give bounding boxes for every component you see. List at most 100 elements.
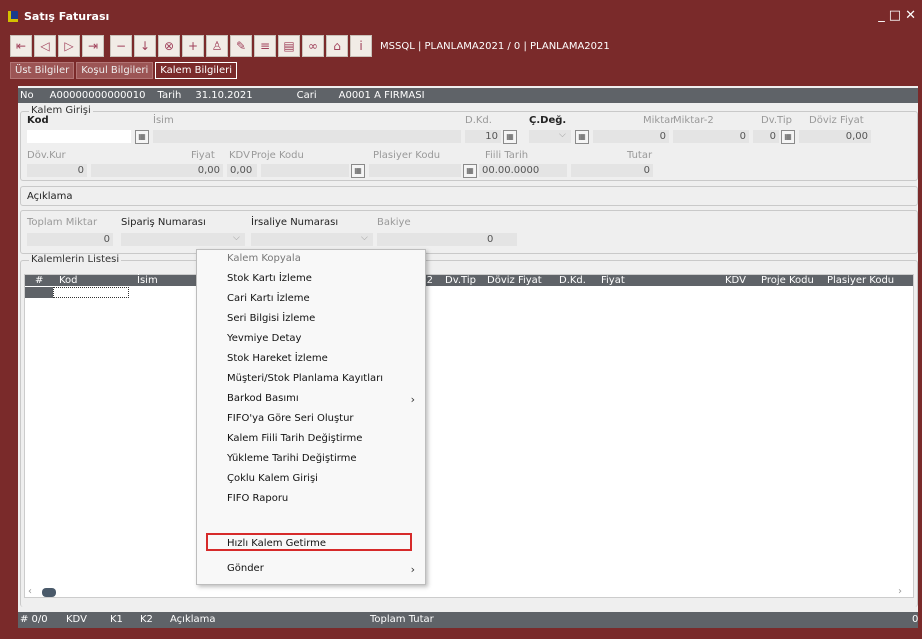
dkd-picker-icon[interactable]: ▦ <box>503 130 517 144</box>
col-kod[interactable]: Kod <box>59 275 78 286</box>
menu-item-stok-karti-izleme[interactable]: Stok Kartı İzleme <box>227 270 312 288</box>
last-record-icon[interactable]: ⇥ <box>82 35 104 57</box>
dkd-label: D.Kd. <box>465 115 492 126</box>
col-fiyat[interactable]: Fiyat <box>601 275 625 286</box>
minus-icon[interactable]: − <box>110 35 132 57</box>
isim-input[interactable] <box>153 130 461 143</box>
plasiyer-kodu-input[interactable] <box>369 164 461 177</box>
horizontal-scrollbar[interactable]: ‹ › <box>24 586 912 600</box>
col-number[interactable]: # <box>35 275 43 286</box>
menu-item-cari-karti-izleme[interactable]: Cari Kartı İzleme <box>227 290 310 308</box>
no-value: A00000000000010 <box>49 90 146 101</box>
cdeg-dropdown-icon[interactable]: ⌵ <box>559 130 566 140</box>
plasiyer-picker-icon[interactable]: ▦ <box>463 164 477 178</box>
menu-item-barkod-basimi[interactable]: Barkod Basımı <box>227 390 299 408</box>
col-dkd[interactable]: D.Kd. <box>559 275 586 286</box>
edit-icon[interactable]: ✎ <box>230 35 252 57</box>
menu-item-musteri-stok-planlama[interactable]: Müşteri/Stok Planlama Kayıtları <box>227 370 383 388</box>
gonder-submenu-chevron-icon: › <box>410 563 415 576</box>
row-indicator <box>25 287 53 298</box>
menu-item-seri-bilgisi-izleme[interactable]: Seri Bilgisi İzleme <box>227 310 315 328</box>
previous-record-icon[interactable]: ◁ <box>34 35 56 57</box>
next-record-icon[interactable]: ▷ <box>58 35 80 57</box>
dovkur-input[interactable]: 0 <box>27 164 87 177</box>
col-proje-kodu[interactable]: Proje Kodu <box>761 275 814 286</box>
scroll-right-icon[interactable]: › <box>898 586 902 597</box>
miktar2-input[interactable]: 0 <box>673 130 749 143</box>
kod-picker-icon[interactable]: ▦ <box>135 130 149 144</box>
cdeg-label: Ç.Değ. <box>529 115 567 126</box>
window-title: Satış Faturası <box>24 9 110 23</box>
scroll-thumb[interactable] <box>42 588 56 597</box>
toplam-miktar-input[interactable]: 0 <box>27 233 113 246</box>
col-plasiyer-kodu[interactable]: Plasiyer Kodu <box>827 275 894 286</box>
plasiyer-kodu-label: Plasiyer Kodu <box>373 150 441 161</box>
window: Satış Faturası _ □ ✕ ⇤ ◁ ▷ ⇥ − ↓ ⊗ + ♙ ✎… <box>0 0 922 639</box>
siparis-numarasi-select[interactable] <box>121 233 245 246</box>
kdv-input[interactable]: 0,00 <box>227 164 257 177</box>
fiyat-label: Fiyat <box>191 150 215 161</box>
title-bar: Satış Faturası _ □ ✕ <box>0 0 922 32</box>
footer-count: # 0/0 <box>20 614 48 625</box>
menu-item-fifo-raporu[interactable]: FIFO Raporu <box>227 490 288 508</box>
menu-item-gonder[interactable]: Gönder <box>227 560 264 578</box>
toolbar: ⇤ ◁ ▷ ⇥ − ↓ ⊗ + ♙ ✎ ≡ ▤ ∞ ⌂ i MSSQL | PL… <box>10 34 610 58</box>
siparis-dropdown-icon[interactable]: ⌵ <box>233 233 240 243</box>
menu-item-yevmiye-detay[interactable]: Yevmiye Detay <box>227 330 301 348</box>
dvtip-picker-icon[interactable]: ▦ <box>781 130 795 144</box>
proje-picker-icon[interactable]: ▦ <box>351 164 365 178</box>
tab-ust-bilgiler[interactable]: Üst Bilgiler <box>10 62 75 79</box>
tab-kosul-bilgileri[interactable]: Koşul Bilgileri <box>76 62 154 79</box>
user-icon[interactable]: ♙ <box>206 35 228 57</box>
proje-kodu-label: Proje Kodu <box>251 150 304 161</box>
footer-toplam-value: 0 <box>912 614 919 625</box>
col-doviz-fiyat[interactable]: Döviz Fiyat <box>487 275 542 286</box>
menu-item-yukleme-tarihi[interactable]: Yükleme Tarihi Değiştirme <box>227 450 357 468</box>
no-label: No <box>20 90 34 101</box>
items-grid[interactable]: # Kod İsim -2 Dv.Tip Döviz Fiyat D.Kd. F… <box>24 274 914 598</box>
fiili-tarih-label: Fiili Tarih <box>485 150 529 161</box>
connection-info: MSSQL | PLANLAMA2021 / 0 | PLANLAMA2021 <box>380 40 610 52</box>
menu-item-kalem-kopyala[interactable]: Kalem Kopyala <box>227 250 301 268</box>
col-kdv[interactable]: KDV <box>725 275 746 286</box>
kod-input[interactable] <box>27 130 131 143</box>
col-isim[interactable]: İsim <box>137 275 158 286</box>
tab-kalem-bilgileri[interactable]: Kalem Bilgileri <box>155 62 237 79</box>
app-logo-icon <box>8 10 18 22</box>
bakiye-input[interactable]: 0 <box>377 233 517 246</box>
download-icon[interactable]: ↓ <box>134 35 156 57</box>
cdeg-picker-icon[interactable]: ▦ <box>575 130 589 144</box>
footer-bar: # 0/0 KDV K1 K2 Açıklama Toplam Tutar 0 <box>18 612 918 628</box>
add-icon[interactable]: + <box>182 35 204 57</box>
maximize-button[interactable]: □ <box>889 8 901 23</box>
fiili-tarih-input[interactable]: 00.00.0000 <box>479 164 567 177</box>
log-icon[interactable]: ≡ <box>254 35 276 57</box>
menu-item-fifo-seri-olustur[interactable]: FIFO'ya Göre Seri Oluştur <box>227 410 354 428</box>
menu-item-stok-hareket-izleme[interactable]: Stok Hareket İzleme <box>227 350 328 368</box>
tutar-input[interactable]: 0 <box>571 164 653 177</box>
irsaliye-dropdown-icon[interactable]: ⌵ <box>361 233 368 243</box>
record-header: No A00000000000010 Tarih 31.10.2021 Cari… <box>18 88 918 103</box>
aciklama-label: Açıklama <box>27 191 73 202</box>
fiyat-input[interactable]: 0,00 <box>91 164 223 177</box>
close-button[interactable]: ✕ <box>905 8 916 23</box>
cancel-icon[interactable]: ⊗ <box>158 35 180 57</box>
col-dvtip[interactable]: Dv.Tip <box>445 275 476 286</box>
doviz-fiyat-input[interactable]: 0,00 <box>799 130 871 143</box>
first-record-icon[interactable]: ⇤ <box>10 35 32 57</box>
link-icon[interactable]: ∞ <box>302 35 324 57</box>
menu-item-kalem-fiili-tarih[interactable]: Kalem Fiili Tarih Değiştirme <box>227 430 362 448</box>
scroll-left-icon[interactable]: ‹ <box>28 586 32 597</box>
info-icon[interactable]: i <box>350 35 372 57</box>
minimize-button[interactable]: _ <box>878 8 885 23</box>
menu-item-coklu-kalem-girisi[interactable]: Çoklu Kalem Girişi <box>227 470 318 488</box>
irsaliye-numarasi-select[interactable] <box>251 233 373 246</box>
proje-kodu-input[interactable] <box>261 164 349 177</box>
miktar-input[interactable]: 0 <box>593 130 669 143</box>
lock-icon[interactable]: ⌂ <box>326 35 348 57</box>
kod-cell-active[interactable] <box>53 287 129 298</box>
dvtip-input[interactable]: 0 <box>753 130 779 143</box>
dkd-input[interactable]: 10 <box>465 130 501 143</box>
document-icon[interactable]: ▤ <box>278 35 300 57</box>
date-label: Tarih <box>157 90 182 101</box>
